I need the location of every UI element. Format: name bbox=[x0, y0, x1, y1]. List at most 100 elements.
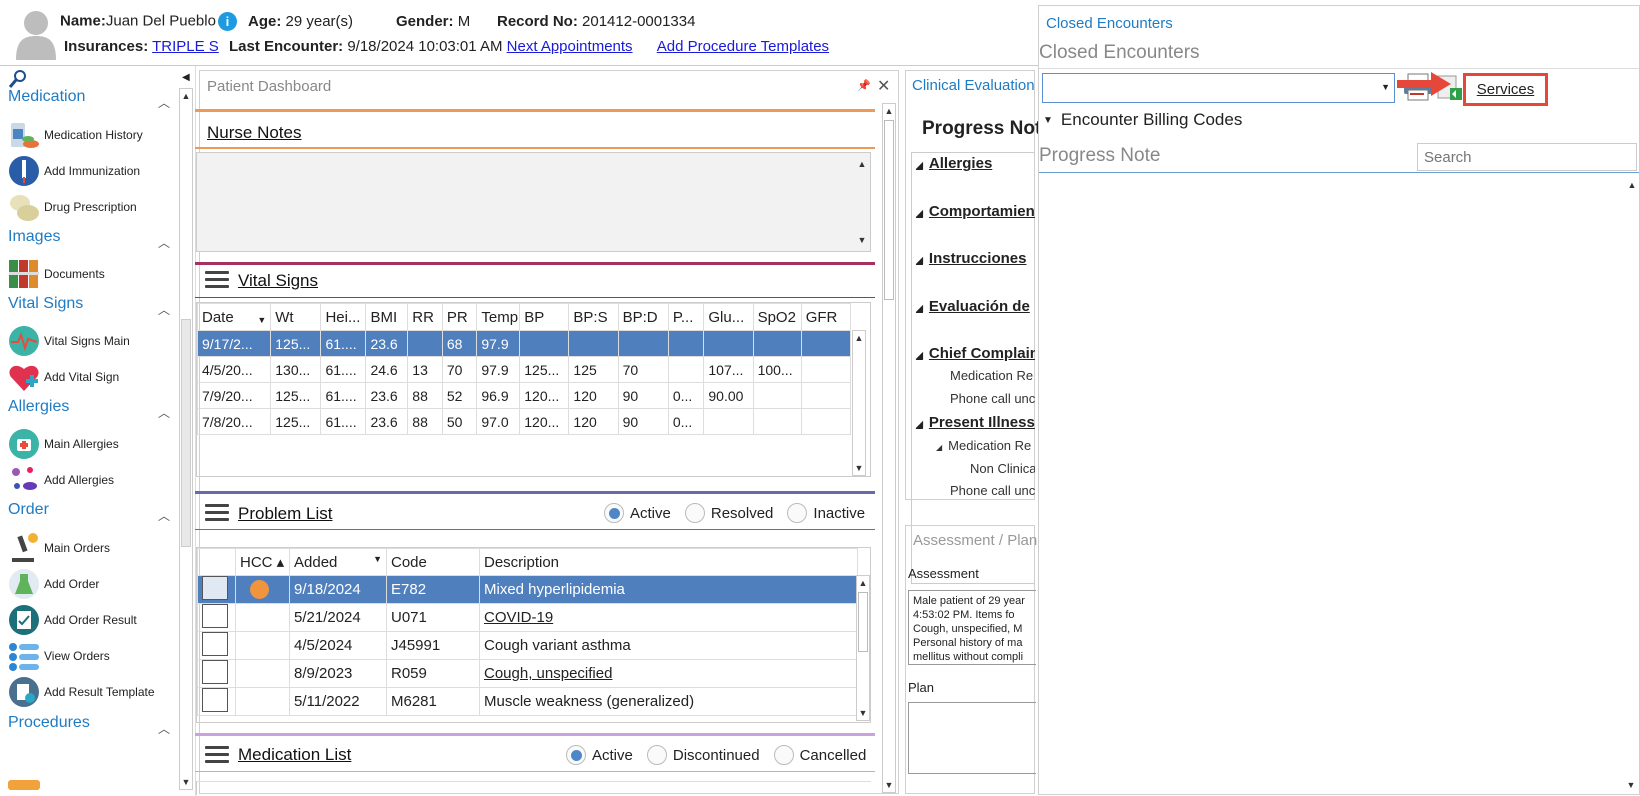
scroll-up-icon[interactable]: ▲ bbox=[180, 89, 192, 103]
encounter-select[interactable]: ▼ bbox=[1042, 73, 1395, 103]
radio-active[interactable]: Active bbox=[566, 745, 633, 765]
column-header[interactable]: BP bbox=[519, 303, 570, 331]
pin-icon[interactable]: 📌 bbox=[857, 79, 871, 92]
menu-icon[interactable] bbox=[205, 746, 229, 764]
chevron-up-icon[interactable]: ︿ bbox=[158, 404, 170, 421]
table-cell-desc[interactable]: Cough variant asthma bbox=[479, 631, 858, 660]
scroll-down-icon[interactable]: ▼ bbox=[853, 461, 865, 475]
grid-scrollbar[interactable]: ▲ ▼ bbox=[856, 575, 870, 721]
column-header-hcc[interactable]: HCC ▴ bbox=[235, 548, 290, 576]
services-button[interactable]: Services bbox=[1463, 73, 1548, 106]
problem-list-title[interactable]: Problem List bbox=[238, 504, 332, 524]
column-header[interactable]: Date ▼ bbox=[197, 303, 272, 331]
tree-node-medication-refill-2[interactable]: ◢ Medication Re bbox=[936, 438, 1031, 453]
table-cell-desc[interactable]: COVID-19 bbox=[479, 603, 858, 632]
radio-cancelled[interactable]: Cancelled bbox=[773, 745, 866, 765]
encounter-billing-codes-toggle[interactable]: ▼ Encounter Billing Codes bbox=[1043, 110, 1242, 130]
sidebar-item-add-order[interactable]: Add Order bbox=[8, 567, 99, 601]
table-row[interactable]: 4/5/20... 130... 61.... 24.6 13 70 97.9 125... 1… bbox=[197, 356, 852, 383]
grid-scrollbar[interactable]: ▲ ▼ bbox=[852, 330, 866, 476]
filter-icon[interactable]: ▼ bbox=[373, 554, 382, 564]
row-checkbox[interactable] bbox=[202, 632, 228, 656]
column-header[interactable]: Glu... bbox=[703, 303, 754, 331]
sidebar-item-documents[interactable]: Documents bbox=[8, 257, 105, 291]
scroll-up-icon[interactable]: ▲ bbox=[853, 331, 865, 345]
tree-node-present-illness[interactable]: ◢ Present Illness bbox=[916, 414, 1035, 431]
tree-node-allergies[interactable]: ◢ Allergies bbox=[916, 155, 992, 172]
sidebar-item-add-order-result[interactable]: Add Order Result bbox=[8, 603, 137, 637]
chevron-up-icon[interactable]: ︿ bbox=[158, 301, 170, 318]
column-header[interactable]: BP:S bbox=[568, 303, 619, 331]
section-procedures[interactable]: Procedures bbox=[8, 714, 90, 732]
column-header[interactable]: Temp bbox=[476, 303, 521, 331]
scroll-down-icon[interactable]: ▼ bbox=[883, 778, 895, 792]
sidebar-item-medication-history[interactable]: Medication History bbox=[8, 118, 143, 152]
add-procedure-templates-link[interactable]: Add Procedure Templates bbox=[657, 38, 829, 55]
info-icon[interactable]: i bbox=[217, 12, 237, 31]
scroll-thumb[interactable] bbox=[858, 592, 868, 652]
row-checkbox[interactable] bbox=[202, 660, 228, 684]
scroll-up-icon[interactable]: ▲ bbox=[1625, 178, 1639, 192]
column-header-description[interactable]: Description bbox=[479, 548, 858, 576]
table-row[interactable]: 4/5/2024 J45991 Cough variant asthma bbox=[197, 631, 858, 660]
next-appointments-link[interactable]: Next Appointments bbox=[507, 38, 633, 55]
dashboard-scrollbar[interactable]: ▲ ▼ bbox=[882, 103, 896, 793]
table-row[interactable]: 7/8/20... 125... 61.... 23.6 88 50 97.0 120... 1… bbox=[197, 408, 852, 435]
table-row[interactable]: 9/18/2024 E782 Mixed hyperlipidemia bbox=[197, 575, 858, 604]
column-header[interactable]: P... bbox=[667, 303, 705, 331]
column-header[interactable]: PR bbox=[441, 303, 478, 331]
tree-node-instrucciones[interactable]: ◢ Instrucciones bbox=[916, 250, 1026, 267]
column-header[interactable]: BP:D bbox=[617, 303, 669, 331]
column-header[interactable]: SpO2 bbox=[752, 303, 802, 331]
menu-icon[interactable] bbox=[205, 504, 229, 522]
assessment-textarea[interactable]: Male patient of 29 year 4:53:02 PM. Item… bbox=[908, 590, 1036, 665]
row-checkbox[interactable] bbox=[202, 576, 228, 600]
tree-node-comportamiento[interactable]: ◢Comportamiento bbox=[916, 203, 1035, 220]
row-checkbox-cell[interactable] bbox=[197, 687, 236, 716]
closed-encounters-tab[interactable]: Closed Encounters bbox=[1046, 15, 1173, 32]
scroll-down-icon[interactable]: ▼ bbox=[857, 706, 869, 720]
nurse-notes-textarea[interactable]: ▲ ▼ bbox=[196, 152, 871, 252]
sidebar-item-view-orders[interactable]: View Orders bbox=[8, 639, 110, 673]
row-checkbox-cell[interactable] bbox=[197, 659, 236, 688]
scroll-up-icon[interactable]: ▲ bbox=[856, 157, 868, 171]
scroll-down-icon[interactable]: ▼ bbox=[856, 233, 868, 247]
chevron-up-icon[interactable]: ︿ bbox=[158, 507, 170, 524]
scroll-up-icon[interactable]: ▲ bbox=[883, 104, 895, 118]
section-medication[interactable]: Medication bbox=[8, 88, 85, 106]
section-vital-signs[interactable]: Vital Signs bbox=[8, 295, 83, 313]
section-order[interactable]: Order bbox=[8, 501, 49, 519]
search-icon[interactable] bbox=[8, 69, 28, 89]
sidebar-item-drug-prescription[interactable]: Drug Prescription bbox=[8, 190, 137, 224]
vital-signs-title[interactable]: Vital Signs bbox=[238, 271, 318, 291]
table-row[interactable]: 7/9/20... 125... 61.... 23.6 88 52 96.9 120... 1… bbox=[197, 382, 852, 409]
sidebar-item-add-vital-sign[interactable]: Add Vital Sign bbox=[8, 360, 119, 394]
sidebar-item-main-orders[interactable]: Main Orders bbox=[8, 531, 110, 565]
row-checkbox-cell[interactable] bbox=[197, 575, 236, 604]
sidebar-item-main-allergies[interactable]: Main Allergies bbox=[8, 427, 119, 461]
tree-node-medication-refill[interactable]: Medication Re bbox=[950, 368, 1033, 383]
row-checkbox[interactable] bbox=[202, 688, 228, 712]
scroll-up-icon[interactable]: ▲ bbox=[857, 576, 869, 590]
column-header[interactable]: Wt bbox=[270, 303, 322, 331]
tree-node-non-clinical[interactable]: Non Clinica bbox=[970, 461, 1035, 476]
scroll-thumb[interactable] bbox=[884, 120, 894, 300]
sidebar-item-add-result-template[interactable]: Add Result Template bbox=[8, 675, 155, 709]
medication-list-title[interactable]: Medication List bbox=[238, 745, 351, 765]
table-row[interactable]: 5/21/2024 U071 COVID-19 bbox=[197, 603, 858, 632]
table-cell-desc[interactable]: Cough, unspecified bbox=[479, 659, 858, 688]
chevron-up-icon[interactable]: ︿ bbox=[158, 94, 170, 111]
chevron-up-icon[interactable]: ︿ bbox=[158, 720, 170, 737]
menu-icon[interactable] bbox=[205, 271, 229, 289]
tree-node-phone-call-2[interactable]: Phone call unc bbox=[950, 483, 1035, 498]
table-row[interactable]: 9/17/2... 125... 61.... 23.6 68 97.9 bbox=[197, 330, 852, 357]
insurance-link[interactable]: TRIPLE S bbox=[152, 38, 219, 55]
table-cell-desc[interactable]: Muscle weakness (generalized) bbox=[479, 687, 858, 716]
column-header-code[interactable]: Code bbox=[386, 548, 480, 576]
dropdown-arrow-icon[interactable]: ▼ bbox=[1381, 82, 1390, 92]
section-allergies[interactable]: Allergies bbox=[8, 398, 69, 416]
scroll-down-icon[interactable]: ▼ bbox=[1625, 778, 1637, 792]
radio-resolved[interactable]: Resolved bbox=[684, 503, 773, 523]
plan-textarea[interactable] bbox=[908, 702, 1036, 774]
radio-active[interactable]: Active bbox=[604, 503, 671, 523]
